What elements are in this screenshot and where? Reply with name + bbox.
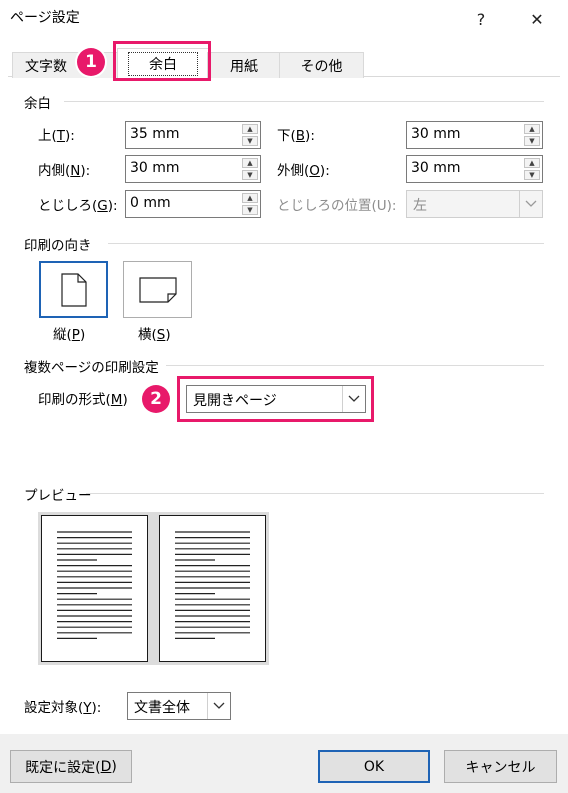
spin-down-icon[interactable]: ▼ [242, 170, 258, 180]
top-margin-label: 上(T): [38, 128, 75, 144]
print-format-label: 印刷の形式(M) [38, 392, 128, 408]
apply-to-select[interactable]: 文書全体 [127, 692, 231, 720]
tab-label: 文字数 [25, 58, 67, 75]
section-title-multiple-pages: 複数ページの印刷設定 [24, 360, 159, 376]
dialog-title: ページ設定 [10, 10, 80, 26]
spin-down-icon[interactable]: ▼ [524, 136, 540, 146]
tab-other[interactable]: その他 [279, 52, 364, 78]
spin-down-icon[interactable]: ▼ [242, 205, 258, 215]
highlight-box-tab [113, 41, 211, 81]
spin-down-icon[interactable]: ▼ [524, 170, 540, 180]
bottom-margin-label: 下(B): [277, 128, 315, 144]
gutter-label: とじしろ(G): [38, 198, 118, 214]
chevron-down-icon [519, 191, 542, 217]
top-margin-spinner[interactable]: 35 mm ▲ ▼ [125, 121, 261, 149]
section-divider [108, 243, 544, 244]
spin-up-icon[interactable]: ▲ [242, 193, 258, 203]
tab-label: 用紙 [230, 58, 258, 75]
apply-to-value: 文書全体 [134, 700, 190, 716]
section-title-preview: プレビュー [24, 488, 92, 504]
section-title-margins: 余白 [24, 96, 51, 112]
callout-badge-2: 2 [142, 385, 170, 413]
spin-up-icon[interactable]: ▲ [524, 158, 540, 168]
section-divider [86, 493, 544, 494]
help-button[interactable]: ? [458, 0, 504, 38]
inside-margin-spinner[interactable]: 30 mm ▲ ▼ [125, 155, 261, 183]
tab-label: その他 [300, 58, 343, 75]
outside-margin-value[interactable]: 30 mm [411, 160, 461, 176]
portrait-button[interactable] [39, 261, 108, 318]
apply-to-label: 設定対象(Y): [24, 700, 102, 716]
outside-margin-spinner[interactable]: 30 mm ▲ ▼ [406, 155, 543, 183]
spin-up-icon[interactable]: ▲ [242, 158, 258, 168]
section-title-orientation: 印刷の向き [24, 238, 92, 254]
bottom-margin-value[interactable]: 30 mm [411, 126, 461, 142]
chevron-down-icon[interactable] [207, 693, 230, 719]
section-divider [166, 365, 544, 366]
gutter-position-label: とじしろの位置(U): [277, 198, 397, 214]
preview-page-right [159, 515, 266, 662]
ok-button[interactable]: OK [318, 750, 430, 783]
top-margin-value[interactable]: 35 mm [130, 126, 180, 142]
bottom-margin-spinner[interactable]: 30 mm ▲ ▼ [406, 121, 543, 149]
gutter-value[interactable]: 0 mm [130, 195, 171, 211]
callout-badge-1: 1 [77, 48, 105, 76]
portrait-page-icon [60, 272, 87, 307]
landscape-button[interactable] [123, 261, 192, 318]
gutter-position-select: 左 [406, 190, 543, 218]
section-divider [64, 101, 544, 102]
inside-margin-value[interactable]: 30 mm [130, 160, 180, 176]
landscape-label: 横(S) [138, 327, 171, 343]
spin-up-icon[interactable]: ▲ [242, 124, 258, 134]
preview-area [38, 512, 269, 665]
help-icon: ? [476, 9, 486, 29]
highlight-box-print-format [177, 376, 374, 422]
gutter-position-value: 左 [413, 198, 427, 214]
close-icon: ✕ [530, 9, 544, 29]
preview-page-left [41, 515, 148, 662]
outside-margin-label: 外側(O): [277, 163, 330, 179]
gutter-spinner[interactable]: 0 mm ▲ ▼ [125, 190, 261, 218]
close-button[interactable]: ✕ [514, 0, 560, 38]
tab-paper[interactable]: 用紙 [207, 52, 281, 78]
landscape-page-icon [138, 276, 177, 303]
cancel-button[interactable]: キャンセル [444, 750, 557, 783]
inside-margin-label: 内側(N): [38, 163, 91, 179]
set-as-default-button[interactable]: 既定に設定(D) [10, 750, 132, 783]
spin-up-icon[interactable]: ▲ [524, 124, 540, 134]
spin-down-icon[interactable]: ▼ [242, 136, 258, 146]
portrait-label: 縦(P) [53, 327, 86, 343]
